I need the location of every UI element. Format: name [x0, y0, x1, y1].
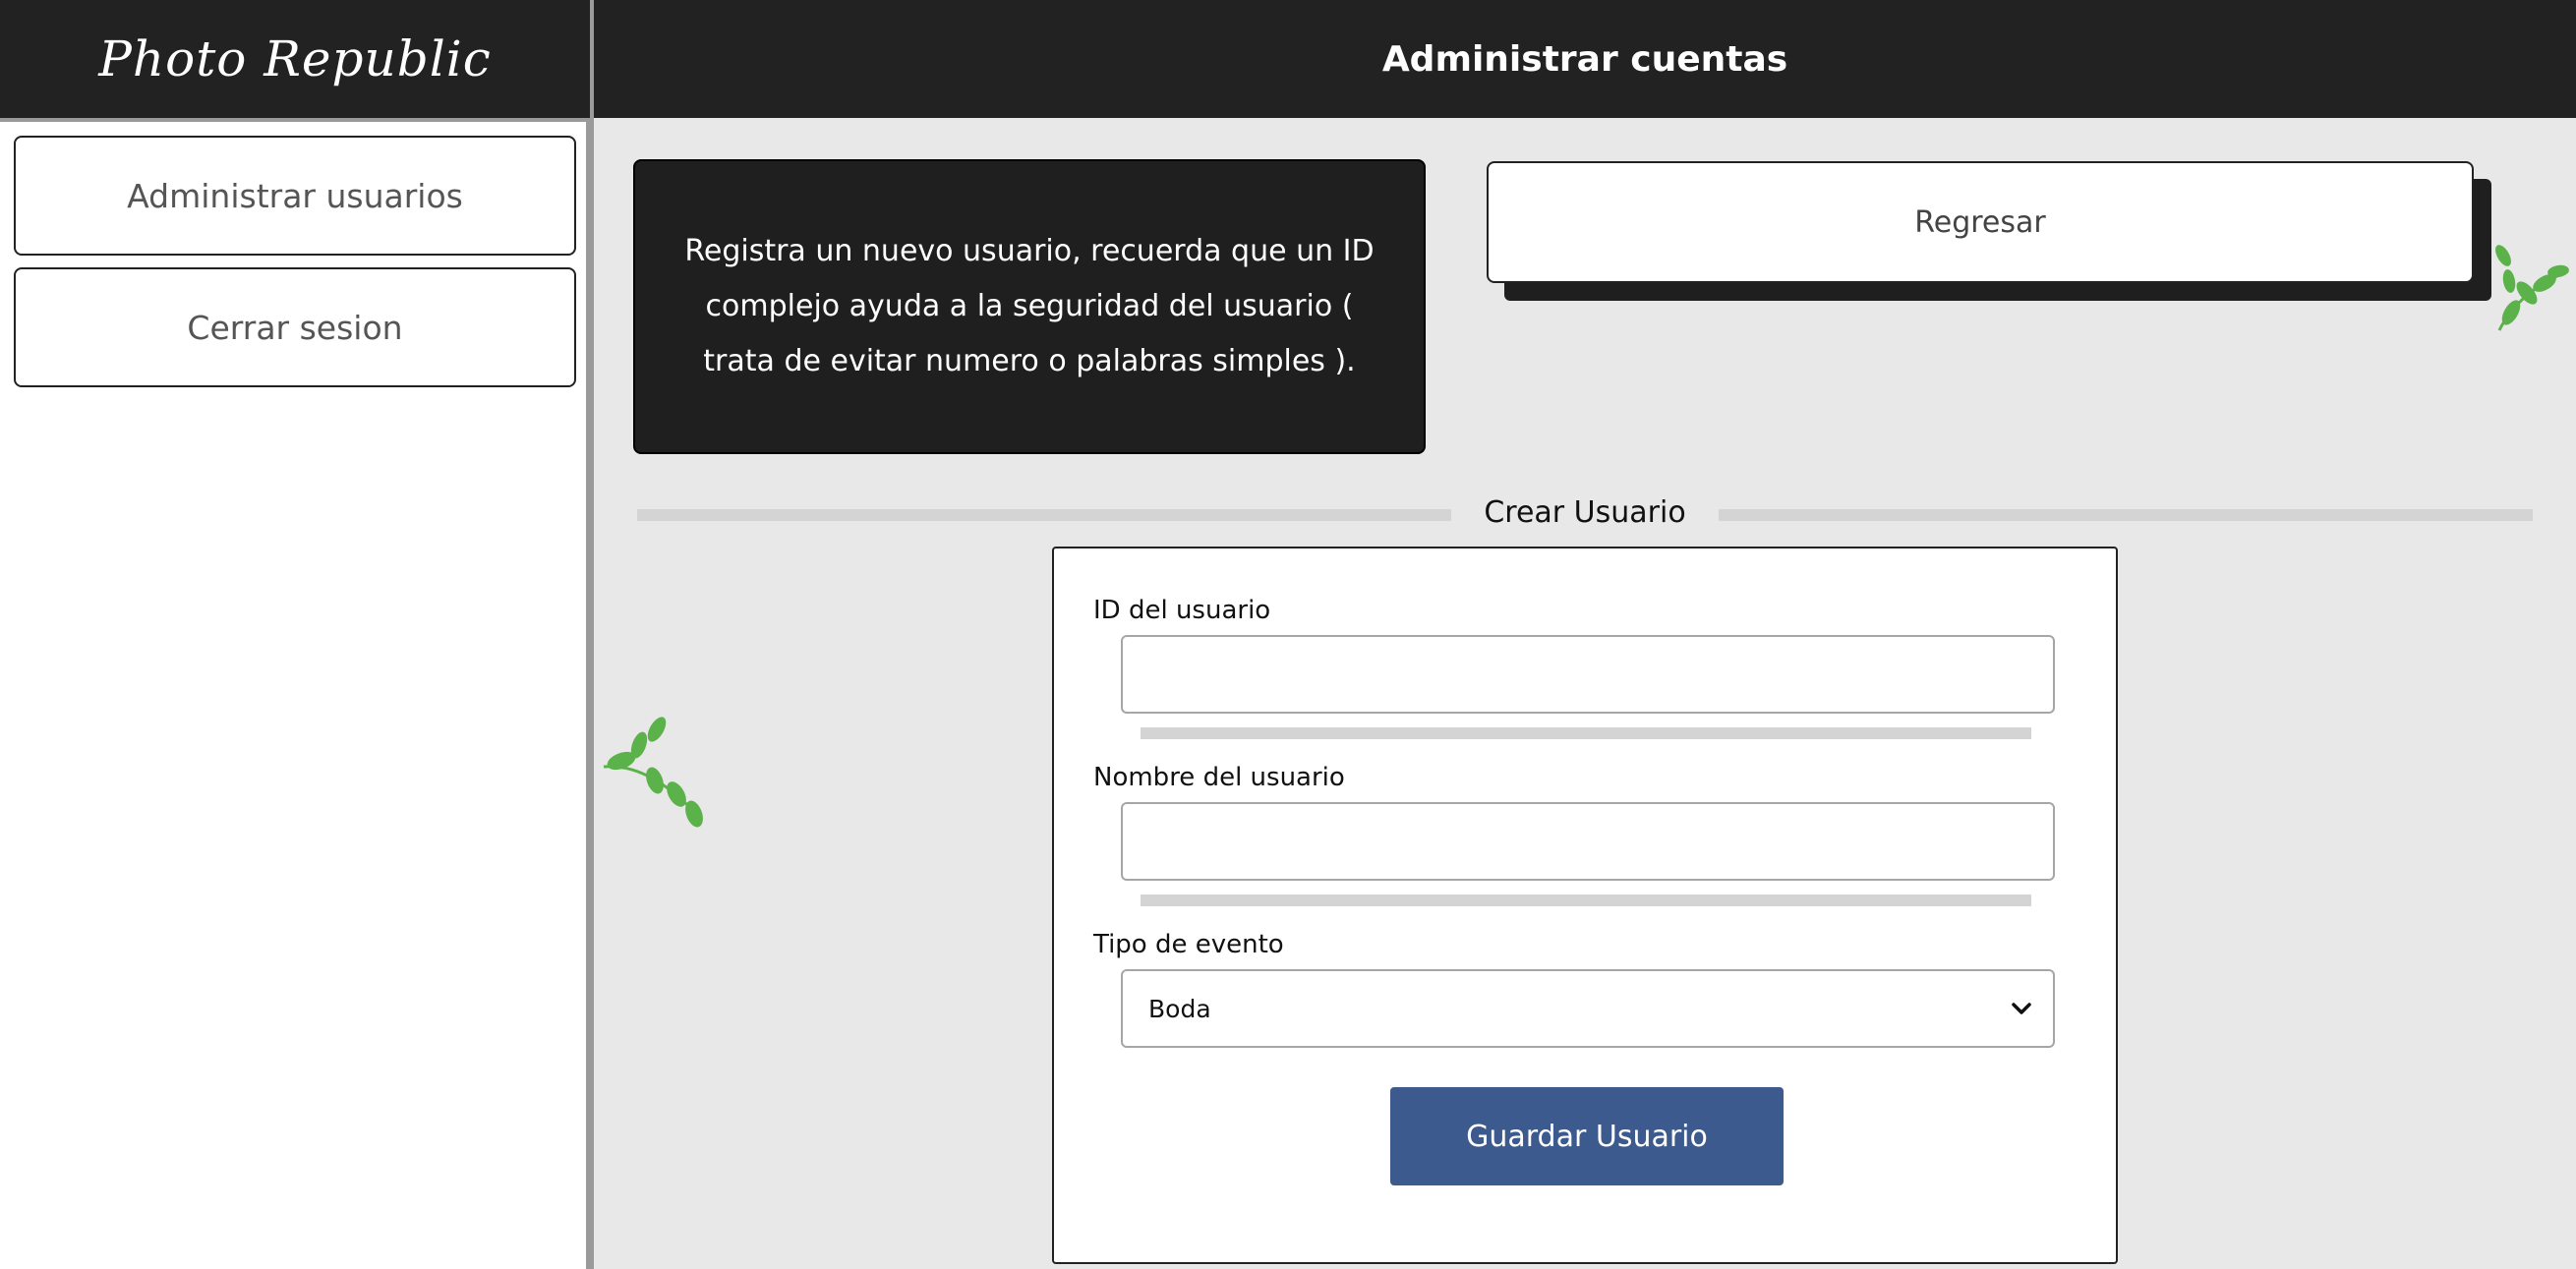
- brand-logo: Photo Republic: [98, 30, 492, 87]
- save-user-button-label: Guardar Usuario: [1466, 1119, 1708, 1154]
- info-text: Registra un nuevo usuario, recuerda que …: [684, 234, 1375, 378]
- leaf-branch-icon: [603, 717, 703, 828]
- leaf-branch-icon: [2495, 245, 2569, 331]
- info-panel: Registra un nuevo usuario, recuerda que …: [633, 159, 1426, 454]
- brand-bar: Photo Republic: [0, 0, 590, 118]
- field-underline: [1141, 727, 2031, 739]
- event-type-label: Tipo de evento: [1093, 930, 1284, 959]
- user-name-input[interactable]: [1121, 802, 2055, 881]
- field-underline: [1141, 894, 2031, 906]
- sidebar-divider: [590, 0, 594, 1269]
- sidebar-item-label: Cerrar sesion: [187, 308, 403, 347]
- section-rule-left: [637, 509, 1451, 521]
- sidebar: Administrar usuarios Cerrar sesion: [0, 118, 590, 1269]
- section-rule-right: [1719, 509, 2533, 521]
- create-user-form: ID del usuario Nombre del usuario Tipo d…: [1052, 547, 2118, 1264]
- sidebar-item-manage-users[interactable]: Administrar usuarios: [14, 136, 576, 256]
- user-id-input[interactable]: [1121, 635, 2055, 714]
- chevron-down-icon: [2012, 1003, 2031, 1014]
- save-user-button[interactable]: Guardar Usuario: [1390, 1087, 1784, 1185]
- page-title: Administrar cuentas: [1381, 38, 1788, 80]
- sidebar-item-logout[interactable]: Cerrar sesion: [14, 267, 576, 387]
- back-button[interactable]: Regresar: [1487, 161, 2474, 283]
- section-title: Crear Usuario: [1484, 495, 1686, 530]
- sidebar-item-label: Administrar usuarios: [127, 176, 463, 215]
- user-name-label: Nombre del usuario: [1093, 763, 1345, 792]
- user-id-label: ID del usuario: [1093, 596, 1271, 625]
- page-header: Administrar cuentas: [594, 0, 2576, 118]
- back-button-label: Regresar: [1914, 204, 2046, 240]
- event-type-select[interactable]: Boda: [1121, 969, 2055, 1048]
- event-type-selected: Boda: [1148, 994, 1211, 1023]
